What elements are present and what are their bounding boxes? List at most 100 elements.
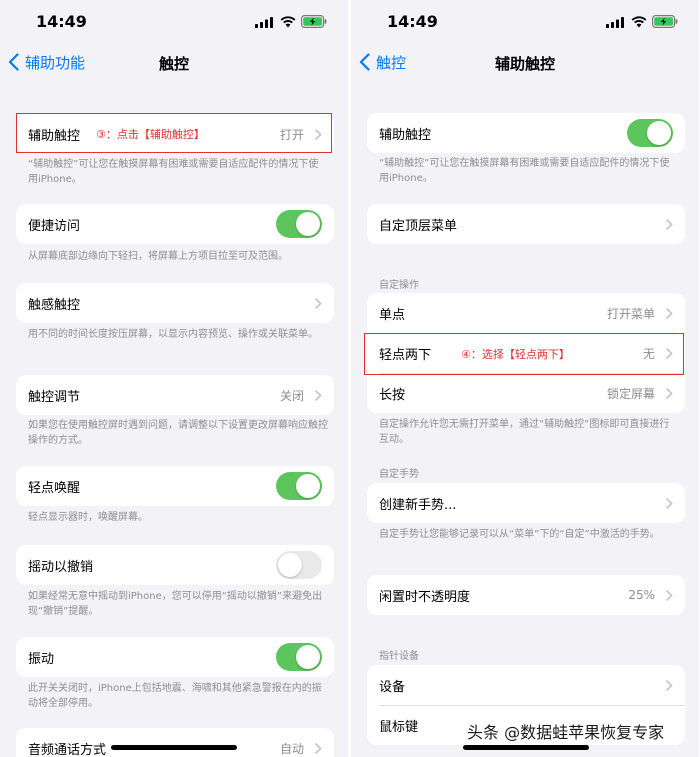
status-time: 14:49 [387, 12, 438, 31]
row-label: 便捷访问 [28, 218, 81, 234]
vibration-footer: 此开关关闭时，iPhone上包括地震、海啸和其他紧急警报在内的振动将全部停用。 [28, 683, 322, 709]
row-label: 摇动以撤销 [28, 559, 94, 575]
touch-accommodations-group: 触控调节 关闭 [16, 375, 334, 415]
long-press-row[interactable]: 长按 锁定屏幕 [367, 373, 685, 413]
assistive-touch-footer: “辅助触控”可让您在触摸屏幕有困难或需要自适应配件的情况下使用iPhone。 [379, 158, 670, 184]
chevron-right-icon [315, 743, 322, 754]
pointer-devices-header: 指针设备 [379, 651, 419, 662]
status-bar: 14:49 [351, 0, 699, 44]
chevron-right-icon [315, 298, 322, 309]
watermark: 头条 @数据蛙苹果恢复专家 [467, 723, 665, 742]
shake-to-undo-toggle[interactable] [276, 551, 322, 579]
chevron-right-icon [666, 498, 673, 509]
row-label: 创建新手势... [379, 497, 457, 513]
row-value: 25% [628, 588, 655, 602]
haptic-touch-footer: 用不同的时间长度按压屏幕，以显示内容预览、操作或关联菜单。 [28, 329, 318, 340]
customize-menu-row[interactable]: 自定顶层菜单 [367, 204, 685, 244]
shake-to-undo-group: 摇动以撤销 [16, 545, 334, 585]
step3-annotation: ③：点击【辅助触控】 [96, 128, 205, 141]
row-label: 辅助触控 [28, 128, 81, 144]
reachability-row: 便捷访问 [16, 204, 334, 244]
reachability-toggle[interactable] [276, 210, 322, 238]
page-title: 辅助触控 [494, 55, 555, 73]
row-value: 无 [642, 346, 655, 361]
left-phone-screen: 14:49 辅助功能 触控 辅助触控 打开 “辅助触控”可让您在触摸屏幕有困难或… [0, 0, 348, 757]
row-value: 自动 [279, 741, 304, 756]
assistive-touch-footer: “辅助触控”可让您在触摸屏幕有困难或需要自适应配件的情况下使用iPhone。 [28, 159, 319, 185]
custom-gestures-group: 创建新手势... [367, 483, 685, 523]
row-label: 长按 [379, 387, 406, 403]
toggle-knob [296, 474, 320, 498]
row-label: 触感触控 [28, 297, 81, 313]
navigation-bar: 触控 辅助触控 [351, 44, 699, 80]
row-label: 设备 [379, 679, 406, 695]
reachability-group: 便捷访问 [16, 204, 334, 244]
vibration-toggle[interactable] [276, 643, 322, 671]
tap-to-wake-toggle[interactable] [276, 472, 322, 500]
wifi-icon [631, 16, 647, 28]
home-indicator[interactable] [111, 745, 237, 750]
row-value: 关闭 [279, 388, 304, 403]
row-value: 打开 [279, 127, 304, 142]
call-audio-row[interactable]: 音频通话方式 自动 [16, 728, 334, 757]
touch-accommodations-row[interactable]: 触控调节 关闭 [16, 375, 334, 415]
row-value: 锁定屏幕 [606, 386, 655, 401]
chevron-right-icon [666, 388, 673, 399]
tap-to-wake-row: 轻点唤醒 [16, 466, 334, 506]
create-gesture-row[interactable]: 创建新手势... [367, 483, 685, 523]
call-audio-group: 音频通话方式 自动 [16, 728, 334, 757]
row-label: 音频通话方式 [28, 742, 107, 757]
status-bar: 14:49 [0, 0, 348, 44]
custom-actions-header: 自定操作 [379, 280, 419, 291]
haptic-touch-group: 触感触控 [16, 283, 334, 323]
row-label: 触控调节 [28, 389, 81, 405]
row-label: 单点 [379, 307, 406, 323]
right-phone-screen: 14:49 触控 辅助触控 辅助触控 “辅助触控”可让您在触摸屏幕有困难或需要自… [351, 0, 699, 757]
idle-opacity-group: 闲置时不透明度 25% [367, 575, 685, 615]
vibration-row: 振动 [16, 637, 334, 677]
chevron-right-icon [666, 219, 673, 230]
row-label: 自定顶层菜单 [379, 218, 458, 234]
custom-gestures-header: 自定手势 [379, 469, 419, 480]
assistive-touch-group: 辅助触控 [367, 113, 685, 153]
toggle-knob [296, 645, 320, 669]
row-label: 鼠标键 [379, 719, 419, 735]
assistive-touch-row: 辅助触控 [367, 113, 685, 153]
chevron-right-icon [666, 590, 673, 601]
page-title: 触控 [158, 55, 189, 73]
tap-to-wake-footer: 轻点显示器时，唤醒屏幕。 [28, 512, 148, 523]
row-label: 闲置时不透明度 [379, 589, 471, 605]
cellular-signal-icon [606, 17, 624, 28]
custom-gestures-footer: 自定手势让您能够记录可以从“菜单”下的“自定”中激活的手势。 [379, 529, 660, 540]
row-label: 轻点唤醒 [28, 480, 81, 496]
battery-charging-icon [652, 15, 678, 28]
row-label: 辅助触控 [379, 127, 432, 143]
chevron-right-icon [315, 129, 322, 140]
shake-to-undo-footer: 如果经常无意中摇动到iPhone，您可以停用“摇动以撤销”来避免出现“撤销”提醒… [28, 591, 323, 617]
haptic-touch-row[interactable]: 触感触控 [16, 283, 334, 323]
idle-opacity-row[interactable]: 闲置时不透明度 25% [367, 575, 685, 615]
customize-menu-group: 自定顶层菜单 [367, 204, 685, 244]
chevron-right-icon [666, 308, 673, 319]
devices-row[interactable]: 设备 [367, 665, 685, 705]
toggle-knob [296, 212, 320, 236]
wifi-icon [280, 16, 296, 28]
row-label: 轻点两下 [379, 347, 432, 363]
row-value: 打开菜单 [606, 306, 655, 321]
row-label: 振动 [28, 651, 55, 667]
assistive-touch-toggle[interactable] [627, 119, 673, 147]
vibration-group: 振动 [16, 637, 334, 677]
toggle-knob [647, 121, 671, 145]
home-indicator[interactable] [463, 745, 589, 750]
tap-to-wake-group: 轻点唤醒 [16, 466, 334, 506]
touch-accommodations-footer: 如果您在使用触控屏时遇到问题，请调整以下设置更改屏幕响应触控操作的方式。 [28, 420, 328, 446]
shake-to-undo-row: 摇动以撤销 [16, 545, 334, 585]
reachability-footer: 从屏幕底部边缘向下轻扫，将屏幕上方项目拉至可及范围。 [28, 251, 288, 262]
chevron-right-icon [666, 680, 673, 691]
cellular-signal-icon [255, 17, 273, 28]
single-tap-row[interactable]: 单点 打开菜单 [367, 293, 685, 333]
chevron-right-icon [315, 390, 322, 401]
battery-charging-icon [301, 15, 327, 28]
navigation-bar: 辅助功能 触控 [0, 44, 348, 80]
custom-actions-footer: 自定操作允许您无需打开菜单，通过“辅助触控”图标即可直接进行互动。 [379, 419, 670, 445]
